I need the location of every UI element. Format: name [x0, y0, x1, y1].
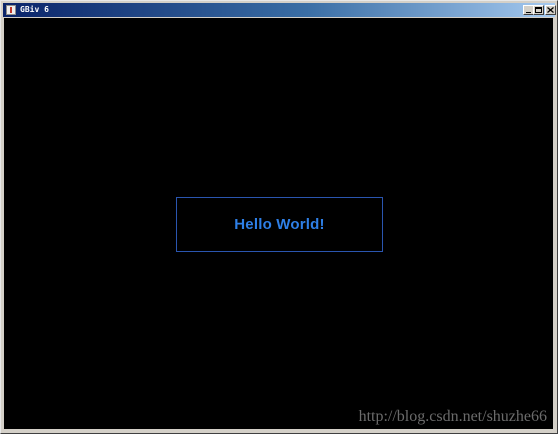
hello-world-box: Hello World!	[176, 197, 383, 252]
app-window: GBiv 6 Hello World! http://blog.csdn.net…	[0, 0, 558, 434]
close-icon	[547, 7, 554, 13]
hello-world-label: Hello World!	[234, 216, 325, 233]
watermark-text: http://blog.csdn.net/shuzhe66	[358, 408, 547, 425]
maximize-button[interactable]	[533, 5, 544, 15]
window-title: GBiv 6	[20, 5, 49, 14]
graphics-canvas[interactable]: Hello World! http://blog.csdn.net/shuzhe…	[4, 18, 553, 429]
close-button[interactable]	[545, 5, 556, 15]
title-bar[interactable]: GBiv 6	[3, 3, 556, 17]
java-app-icon[interactable]	[6, 5, 16, 15]
